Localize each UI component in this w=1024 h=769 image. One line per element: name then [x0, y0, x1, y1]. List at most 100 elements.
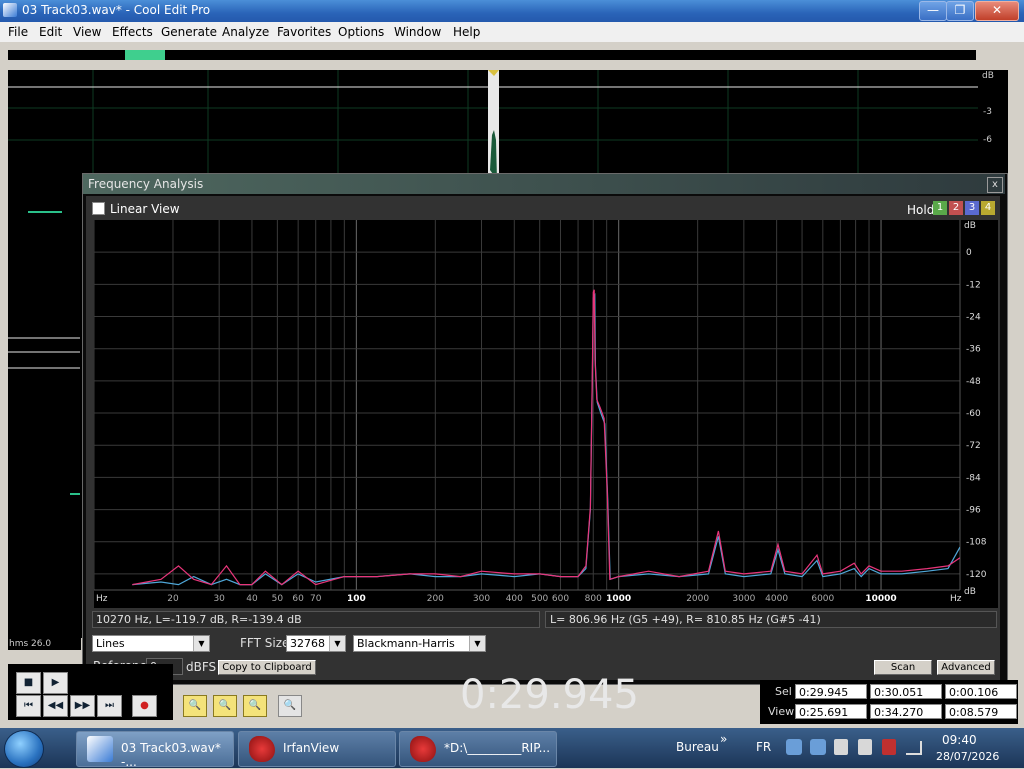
- task-cool-edit[interactable]: 03 Track03.wav* -...: [76, 731, 234, 769]
- x-tick-label: 1000: [606, 594, 631, 604]
- network-folder-icon[interactable]: [810, 739, 826, 755]
- network-folder-icon[interactable]: [786, 739, 802, 755]
- play-button[interactable]: ▶: [43, 672, 68, 694]
- device-icon[interactable]: [834, 739, 848, 755]
- language-indicator[interactable]: FR: [756, 740, 771, 754]
- menu-generate[interactable]: Generate: [161, 25, 217, 39]
- menu-window[interactable]: Window: [394, 25, 441, 39]
- maximize-button[interactable]: ❐: [946, 1, 974, 21]
- plot-background: [94, 220, 998, 608]
- time-format: hms: [9, 639, 29, 649]
- scan-button[interactable]: Scan: [874, 660, 932, 675]
- y-tick-label: -24: [966, 313, 981, 323]
- network-disconnected-icon[interactable]: [882, 739, 896, 755]
- minimize-button[interactable]: —: [919, 1, 947, 21]
- linear-view-checkbox[interactable]: [92, 202, 105, 215]
- hold-label: Hold: [907, 203, 935, 217]
- zoom-full-icon[interactable]: 🔍: [243, 695, 267, 717]
- y-tick-label: -48: [966, 377, 981, 387]
- y-tick-label: -120: [966, 570, 987, 580]
- task-irfanview[interactable]: IrfanView: [238, 731, 396, 767]
- x-tick-label: 600: [552, 594, 569, 604]
- x-tick-label: 2000: [686, 594, 709, 604]
- cursor-readout: 10270 Hz, L=-119.7 dB, R=-139.4 dB: [92, 611, 540, 628]
- chevron-down-icon: ▼: [329, 636, 345, 651]
- toolbar-chevron[interactable]: »: [720, 732, 727, 746]
- sel-begin-field[interactable]: 0:29.945: [795, 684, 867, 699]
- menu-help[interactable]: Help: [453, 25, 480, 39]
- y-tick-label: -72: [966, 441, 981, 451]
- fast-forward-button[interactable]: ▶▶: [70, 695, 95, 717]
- hold-button-3[interactable]: 3: [965, 201, 979, 215]
- sel-end-field[interactable]: 0:30.051: [870, 684, 942, 699]
- y-axis-unit-label: dB: [964, 587, 976, 597]
- close-button[interactable]: ✕: [975, 1, 1019, 21]
- copy-to-clipboard-button[interactable]: Copy to Clipboard: [218, 660, 316, 675]
- x-tick-label: 4000: [765, 594, 788, 604]
- db-tick: -6: [983, 135, 992, 145]
- x-tick-label: 10000: [865, 594, 896, 604]
- menu-favorites[interactable]: Favorites: [277, 25, 331, 39]
- signal-icon[interactable]: [906, 741, 922, 755]
- display-mode-value: Lines: [96, 637, 125, 650]
- time-display: 0:29.945: [460, 672, 639, 718]
- frequency-analysis-close-button[interactable]: x: [987, 177, 1003, 193]
- app-icon[interactable]: [3, 3, 17, 17]
- x-tick-label: 400: [506, 594, 523, 604]
- task-label: IrfanView: [283, 741, 340, 755]
- y-tick-label: -84: [966, 473, 981, 483]
- menu-edit[interactable]: Edit: [39, 25, 62, 39]
- view-length-field[interactable]: 0:08.579: [945, 704, 1017, 719]
- speaker-icon[interactable]: [858, 739, 872, 755]
- toolbar-label-bureau[interactable]: Bureau: [676, 740, 719, 754]
- zoom-in-icon[interactable]: 🔍: [183, 695, 207, 717]
- view-end-field[interactable]: 0:34.270: [870, 704, 942, 719]
- display-mode-select[interactable]: Lines ▼: [92, 635, 210, 652]
- sel-length-field[interactable]: 0:00.106: [945, 684, 1017, 699]
- irfanview-icon: [249, 736, 275, 762]
- advanced-button[interactable]: Advanced: [937, 660, 995, 675]
- clock-date[interactable]: 28/07/2026: [936, 750, 999, 763]
- y-tick-label: -96: [966, 506, 981, 516]
- menu-file[interactable]: File: [8, 25, 28, 39]
- hold-button-1[interactable]: 1: [933, 201, 947, 215]
- hold-button-4[interactable]: 4: [981, 201, 995, 215]
- hold-button-2[interactable]: 2: [949, 201, 963, 215]
- task-irfanview-file[interactable]: *D:\_________RIP...: [399, 731, 557, 767]
- x-tick-label: 800: [585, 594, 602, 604]
- menu-options[interactable]: Options: [338, 25, 384, 39]
- zoom-out-icon[interactable]: 🔍: [213, 695, 237, 717]
- go-to-start-button[interactable]: ⏮: [16, 695, 41, 717]
- task-label: 03 Track03.wav* -...: [121, 741, 221, 769]
- transport-panel: ■ ▶ ⏮ ◀◀ ▶▶ ⏭ ●: [8, 664, 173, 720]
- zoom-vertical-icon[interactable]: 🔍: [278, 695, 302, 717]
- record-button[interactable]: ●: [132, 695, 157, 717]
- window-function-select[interactable]: Blackmann-Harris ▼: [353, 635, 486, 652]
- spectrum-plot[interactable]: dB0-12-24-36-48-60-72-84-96-108-120dBHz 2…: [94, 220, 998, 608]
- stop-button[interactable]: ■: [16, 672, 41, 694]
- fft-size-label: FFT Size: [240, 636, 290, 650]
- frequency-analysis-titlebar[interactable]: Frequency Analysis: [83, 174, 1005, 194]
- system-tray: Bureau » FR 09:40 28/07/2026: [660, 728, 1024, 768]
- x-tick-label: 50: [272, 594, 284, 604]
- go-to-end-button[interactable]: ⏭: [97, 695, 122, 717]
- view-begin-field[interactable]: 0:25.691: [795, 704, 867, 719]
- x-tick-label: 30: [213, 594, 225, 604]
- menu-effects[interactable]: Effects: [112, 25, 153, 39]
- x-tick-label: 500: [531, 594, 548, 604]
- window-title: 03 Track03.wav* - Cool Edit Pro: [22, 3, 211, 17]
- frequency-analysis-title: Frequency Analysis: [88, 177, 204, 191]
- zoom-value: 26.0: [31, 639, 52, 649]
- clock-time[interactable]: 09:40: [942, 733, 977, 747]
- fft-size-select[interactable]: 32768 ▼: [286, 635, 346, 652]
- start-button[interactable]: [4, 730, 44, 768]
- menu-analyze[interactable]: Analyze: [222, 25, 269, 39]
- linear-view-label: Linear View: [110, 202, 180, 216]
- rewind-button[interactable]: ◀◀: [43, 695, 68, 717]
- x-tick-label: 300: [473, 594, 490, 604]
- chevron-down-icon: ▼: [193, 636, 209, 651]
- x-tick-label: 40: [246, 594, 258, 604]
- time-ruler-label: hms 26.0: [8, 638, 81, 650]
- overview-selection[interactable]: [125, 50, 165, 60]
- menu-view[interactable]: View: [73, 25, 101, 39]
